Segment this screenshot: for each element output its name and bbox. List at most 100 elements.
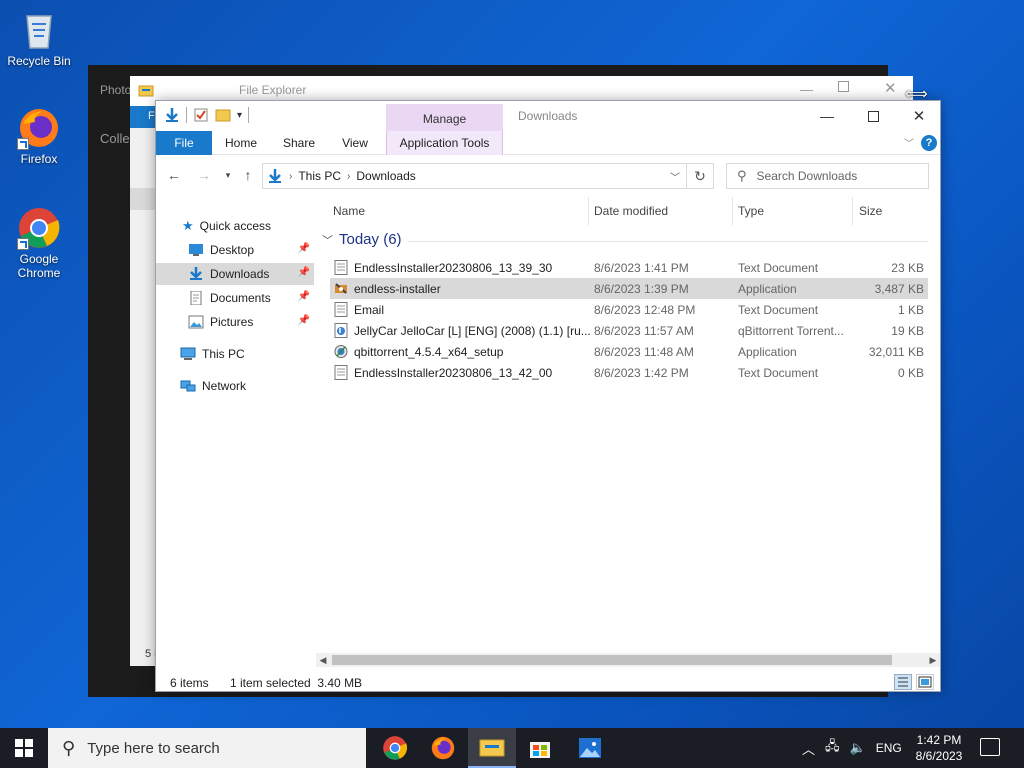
taskbar-store[interactable] bbox=[516, 728, 564, 768]
file-row[interactable]: EndlessInstaller20230806_13_42_00 8/6/20… bbox=[330, 362, 928, 383]
breadcrumb-this-pc[interactable]: This PC bbox=[298, 169, 341, 183]
desktop-icon-label: Recycle Bin bbox=[7, 54, 71, 68]
file-row[interactable]: qbittorrent_4.5.4_x64_setup 8/6/2023 11:… bbox=[330, 341, 928, 362]
nav-item-network[interactable]: Network bbox=[156, 375, 314, 397]
group-header-today[interactable]: ﹀ Today (6) bbox=[322, 231, 402, 248]
file-type: qBittorrent Torrent... bbox=[738, 324, 844, 338]
column-divider[interactable] bbox=[852, 197, 853, 225]
nav-item-documents[interactable]: Documents 📌 bbox=[156, 287, 314, 309]
file-size: 3,487 KB bbox=[874, 282, 924, 296]
background-file-tab[interactable]: F bbox=[130, 106, 156, 128]
details-view-icon[interactable] bbox=[894, 674, 912, 690]
scroll-right-icon[interactable]: ▶ bbox=[926, 653, 940, 667]
tab-application-tools[interactable]: Application Tools bbox=[386, 131, 503, 155]
ribbon-tabs: File Home Share View Application Tools ﹀… bbox=[156, 131, 940, 155]
file-row[interactable]: Email 8/6/2023 12:48 PM Text Document 1 … bbox=[330, 299, 928, 320]
nav-item-label: Downloads bbox=[210, 267, 270, 281]
file-explorer-window[interactable]: Manage ▾ Downloads — ✕ File Home Share V… bbox=[155, 100, 941, 692]
file-date: 8/6/2023 11:48 AM bbox=[594, 345, 694, 359]
breadcrumb-downloads[interactable]: Downloads bbox=[356, 169, 415, 183]
taskbar-chrome[interactable] bbox=[371, 728, 419, 768]
nav-item-label: Network bbox=[202, 379, 247, 393]
column-header-name[interactable]: Name bbox=[333, 201, 365, 223]
properties-icon[interactable] bbox=[193, 107, 209, 123]
maximize-icon[interactable] bbox=[838, 81, 849, 92]
address-bar[interactable]: › This PC › Downloads ﹀ bbox=[262, 163, 687, 189]
notification-icon[interactable] bbox=[980, 738, 1000, 756]
nav-item-this-pc[interactable]: This PC bbox=[156, 343, 314, 365]
refresh-button[interactable]: ↻ bbox=[686, 163, 714, 189]
chrome-icon bbox=[17, 206, 61, 250]
file-name: EndlessInstaller20230806_13_42_00 bbox=[354, 366, 553, 380]
taskbar-file-explorer[interactable] bbox=[468, 728, 516, 768]
desktop-icon-recycle-bin[interactable]: Recycle Bin bbox=[1, 8, 77, 68]
file-row-selected[interactable]: endless-installer 8/6/2023 1:39 PM Appli… bbox=[330, 278, 928, 299]
taskbar-firefox[interactable] bbox=[419, 728, 467, 768]
desktop-icon-firefox[interactable]: Firefox bbox=[1, 106, 77, 166]
tab-view[interactable]: View bbox=[332, 131, 378, 155]
address-dropdown-icon[interactable]: ﹀ bbox=[670, 169, 680, 184]
background-nav-selection bbox=[130, 188, 156, 210]
minimize-button[interactable]: — bbox=[804, 101, 850, 131]
large-icons-view-icon[interactable] bbox=[916, 674, 934, 690]
desktop-folder-icon bbox=[188, 243, 204, 257]
column-divider[interactable] bbox=[588, 197, 589, 225]
help-icon[interactable]: ? bbox=[921, 135, 937, 151]
chevron-up-icon[interactable]: ︿ bbox=[802, 739, 815, 758]
folder-icon bbox=[138, 85, 154, 97]
taskbar: ⚲ Type here to search ︿ 🖧 🔈 ENG 1:42 PM … bbox=[0, 728, 1024, 768]
column-header-date-modified[interactable]: Date modified bbox=[594, 201, 668, 223]
taskbar-clock[interactable]: 1:42 PM 8/6/2023 bbox=[908, 732, 970, 764]
forward-button[interactable]: → bbox=[194, 165, 214, 185]
up-button[interactable]: ↑ bbox=[238, 165, 258, 185]
photos-window-title: Photo bbox=[100, 83, 132, 97]
scroll-left-icon[interactable]: ◀ bbox=[316, 653, 330, 667]
tab-file[interactable]: File bbox=[156, 131, 212, 155]
volume-icon[interactable]: 🔈 bbox=[850, 740, 866, 756]
minimize-icon: — bbox=[820, 108, 834, 124]
group-label: Today (6) bbox=[339, 231, 402, 248]
nav-item-downloads[interactable]: Downloads 📌 bbox=[156, 263, 314, 285]
network-status-icon[interactable]: 🖧 bbox=[825, 737, 840, 759]
taskbar-photos[interactable] bbox=[566, 728, 614, 768]
column-divider[interactable] bbox=[732, 197, 733, 225]
language-indicator[interactable]: ENG bbox=[876, 741, 902, 755]
taskbar-search-box[interactable]: ⚲ Type here to search bbox=[48, 728, 366, 768]
nav-item-desktop[interactable]: Desktop 📌 bbox=[156, 239, 314, 261]
file-name: Email bbox=[354, 303, 385, 317]
tab-home[interactable]: Home bbox=[218, 131, 264, 155]
horizontal-scrollbar[interactable]: ◀ ▶ bbox=[316, 653, 940, 667]
tab-share[interactable]: Share bbox=[276, 131, 322, 155]
ribbon-expand-icon[interactable]: ﹀ bbox=[904, 135, 914, 150]
nav-item-pictures[interactable]: Pictures 📌 bbox=[156, 311, 314, 333]
column-header-type[interactable]: Type bbox=[738, 201, 764, 223]
back-button[interactable]: ← bbox=[164, 165, 184, 185]
file-row[interactable]: JellyCar JelloCar [L] [ENG] (2008) (1.1)… bbox=[330, 320, 928, 341]
close-icon[interactable]: ✕ bbox=[884, 79, 897, 97]
minimize-icon[interactable]: — bbox=[800, 82, 813, 97]
close-button[interactable]: ✕ bbox=[896, 101, 942, 131]
desktop-icon-google-chrome[interactable]: Google Chrome bbox=[1, 206, 77, 280]
nav-item-quick-access[interactable]: ★ Quick access bbox=[156, 215, 314, 237]
download-arrow-icon[interactable] bbox=[164, 107, 180, 123]
new-folder-icon[interactable] bbox=[215, 107, 231, 123]
quick-access-toolbar: ▾ bbox=[164, 107, 250, 123]
text-file-icon bbox=[334, 365, 348, 380]
pin-icon[interactable]: 📌 bbox=[298, 291, 310, 302]
installer-app-icon bbox=[335, 283, 347, 294]
recent-locations-icon[interactable]: ▾ bbox=[218, 165, 238, 185]
search-placeholder: Search Downloads bbox=[756, 169, 858, 183]
text-file-icon bbox=[334, 260, 348, 275]
column-header-size[interactable]: Size bbox=[859, 201, 882, 223]
scrollbar-thumb[interactable] bbox=[332, 655, 892, 665]
nav-item-label: This PC bbox=[202, 347, 245, 361]
pin-icon[interactable]: 📌 bbox=[298, 267, 310, 278]
customize-dropdown-icon[interactable]: ▾ bbox=[237, 110, 242, 121]
pin-icon[interactable]: 📌 bbox=[298, 243, 310, 254]
start-button[interactable] bbox=[0, 728, 48, 768]
maximize-button[interactable] bbox=[850, 101, 896, 131]
search-input[interactable]: ⚲ Search Downloads bbox=[726, 163, 929, 189]
file-row[interactable]: EndlessInstaller20230806_13_39_30 8/6/20… bbox=[330, 257, 928, 278]
pin-icon[interactable]: 📌 bbox=[298, 315, 310, 326]
download-arrow-icon bbox=[269, 169, 281, 183]
